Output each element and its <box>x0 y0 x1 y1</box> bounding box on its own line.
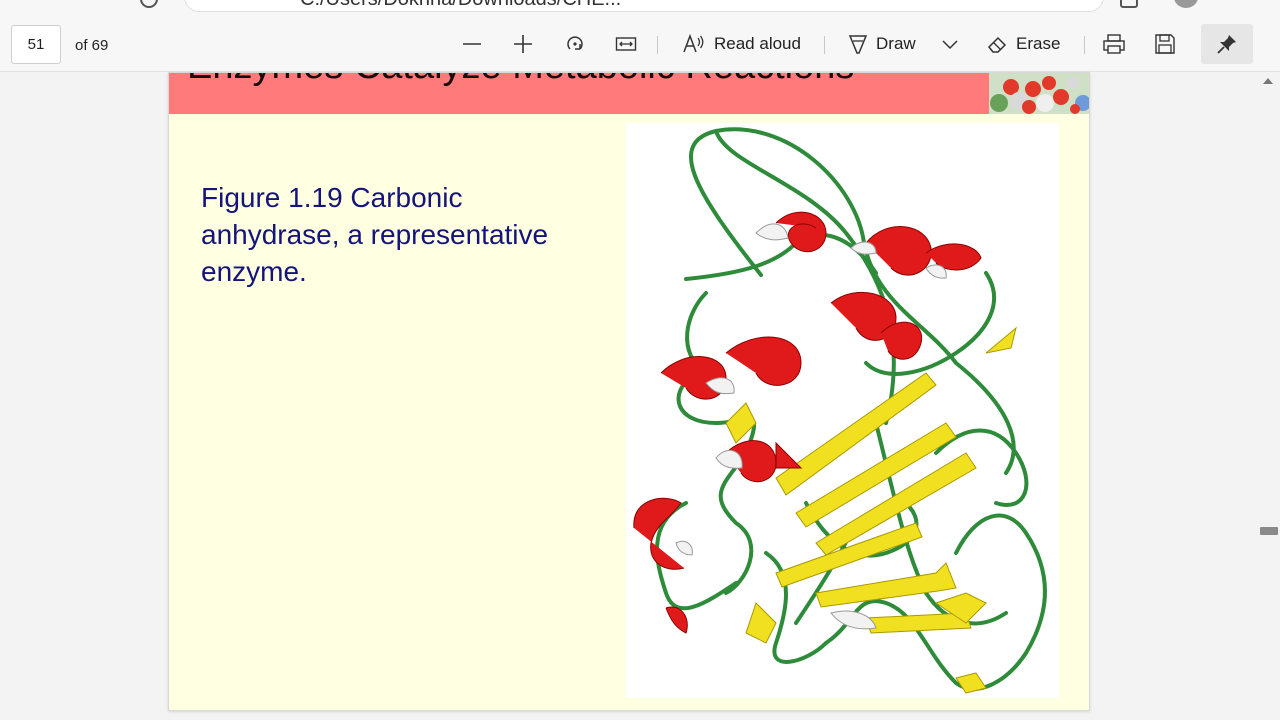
zoom-in-button[interactable] <box>512 28 534 60</box>
fit-width-icon <box>615 37 637 51</box>
scroll-up-arrow-icon[interactable] <box>1263 78 1273 84</box>
read-aloud-button[interactable]: Read aloud <box>682 28 801 60</box>
pdf-page: Enzymes Catalyze Metabolic Reactions <box>168 72 1090 711</box>
rotate-button[interactable] <box>564 28 586 60</box>
document-viewport[interactable]: Enzymes Catalyze Metabolic Reactions <box>0 72 1280 720</box>
toolbar-separator <box>1084 36 1085 54</box>
toolbar-separator <box>657 36 658 54</box>
favorite-icon[interactable] <box>1120 0 1138 8</box>
draw-options-button[interactable] <box>941 28 959 60</box>
printer-icon <box>1103 34 1125 54</box>
info-icon[interactable] <box>140 0 158 8</box>
draw-button[interactable]: Draw <box>848 28 916 60</box>
pen-icon <box>848 35 868 54</box>
page-number-input[interactable]: 51 <box>11 25 61 64</box>
carbonic-anhydrase-ribbon <box>633 127 1047 694</box>
profile-avatar[interactable] <box>1174 0 1198 8</box>
fit-width-button[interactable] <box>615 28 637 60</box>
minus-icon <box>463 43 481 45</box>
page-total: of 69 <box>75 37 109 54</box>
save-icon <box>1155 34 1175 54</box>
address-text: C:/Users/Dokhna/Downloads/CHE... <box>300 0 621 11</box>
vertical-scrollbar[interactable] <box>1258 72 1280 720</box>
rotate-icon <box>567 36 583 50</box>
zoom-out-button[interactable] <box>461 28 483 60</box>
pdf-toolbar: 51 of 69 Read aloud Draw Erase <box>0 14 1280 72</box>
save-button[interactable] <box>1154 28 1176 60</box>
scroll-thumb[interactable] <box>1260 527 1278 535</box>
chevron-down-icon <box>942 40 958 50</box>
draw-label: Draw <box>876 34 916 53</box>
browser-chrome: C:/Users/Dokhna/Downloads/CHE... <box>0 0 1280 14</box>
erase-button[interactable]: Erase <box>986 28 1060 60</box>
molecule-thumbnail <box>989 73 1089 114</box>
slide-header: Enzymes Catalyze Metabolic Reactions <box>169 73 1089 114</box>
pin-toolbar-button[interactable] <box>1201 24 1253 64</box>
pin-icon <box>1217 35 1236 54</box>
figure-caption: Figure 1.19 Carbonic anhydrase, a repres… <box>201 182 549 287</box>
protein-figure <box>626 123 1059 698</box>
erase-label: Erase <box>1016 34 1061 53</box>
read-aloud-label: Read aloud <box>714 34 801 53</box>
plus-icon <box>514 35 532 53</box>
read-aloud-icon <box>683 33 704 53</box>
molecule-image <box>989 73 1089 114</box>
toolbar-separator <box>824 36 825 54</box>
eraser-icon <box>987 36 1007 53</box>
print-button[interactable] <box>1102 28 1126 60</box>
slide-title: Enzymes Catalyze Metabolic Reactions <box>187 73 854 88</box>
